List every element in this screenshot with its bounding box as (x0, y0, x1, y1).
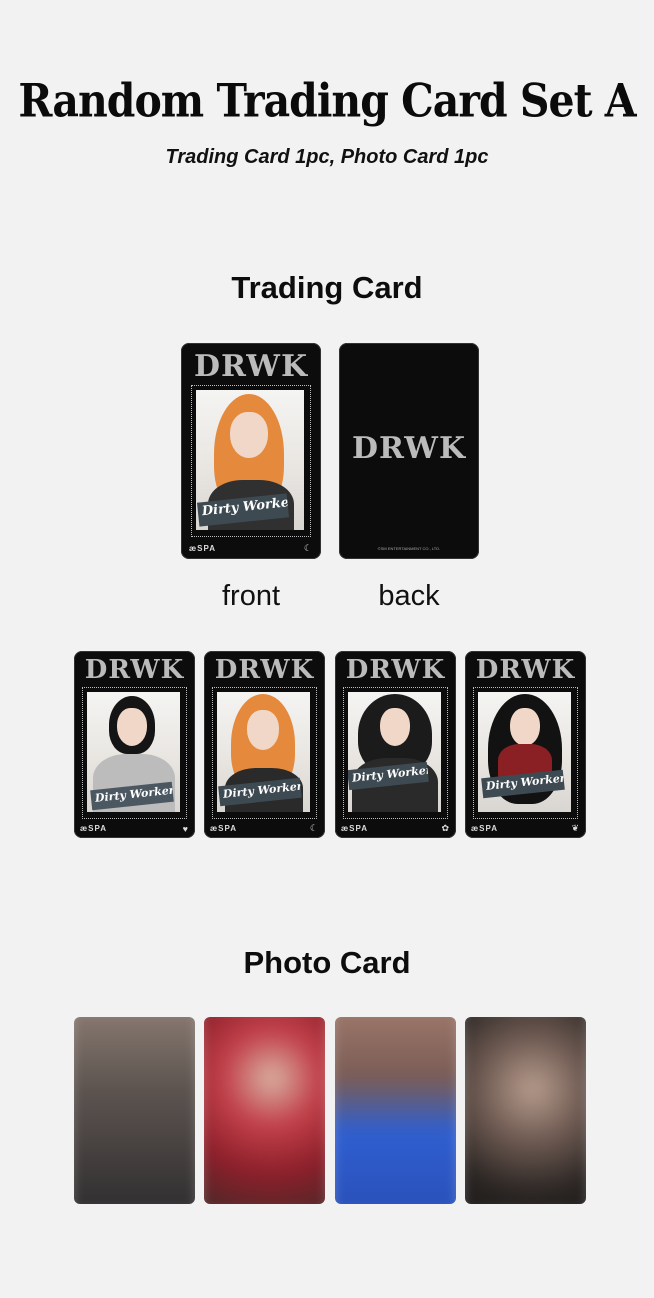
card-brand: æSPA (210, 824, 237, 833)
butterfly-icon: ❦ (571, 823, 579, 833)
card-logo: DRWK (214, 655, 315, 685)
crescent-icon: ☾ (309, 823, 318, 833)
photo-card-blurred (465, 1017, 586, 1204)
crescent-icon: ☾ (303, 543, 312, 553)
trading-card-variant: DRWK Dirty Worker æSPA ☾ (204, 651, 325, 838)
card-copyright: ©SM ENTERTAINMENT CO., LTD. (377, 546, 441, 551)
card-logo: DRWK (345, 655, 446, 685)
trading-card-variant: DRWK Dirty Worker æSPA ♥ (74, 651, 195, 838)
card-brand: æSPA (471, 824, 498, 833)
card-photo: Dirty Worker (478, 692, 571, 812)
photo-card-heading: Photo Card (243, 945, 411, 980)
page-title: Random Trading Card Set A (18, 74, 636, 128)
card-photo: Dirty Worker (348, 692, 441, 812)
trading-card-back: DRWK ©SM ENTERTAINMENT CO., LTD. (339, 343, 479, 559)
card-brand: æSPA (341, 824, 368, 833)
card-logo: DRWK (475, 655, 576, 685)
heart-icon: ♥ (182, 824, 188, 834)
trading-card-heading: Trading Card (231, 270, 423, 305)
photo-card-blurred (335, 1017, 456, 1204)
back-label: back (378, 580, 440, 612)
page-subtitle: Trading Card 1pc, Photo Card 1pc (165, 146, 489, 168)
trading-card-front: DRWK Dirty Worker æSPA ☾ (181, 343, 321, 559)
card-photo: Dirty Worker (196, 390, 304, 530)
card-brand: æSPA (189, 544, 216, 553)
card-logo: DRWK (193, 349, 309, 384)
trading-card-variant: DRWK Dirty Worker æSPA ❦ (465, 651, 586, 838)
card-brand: æSPA (80, 824, 107, 833)
card-logo: DRWK (84, 655, 185, 685)
card-back-logo: DRWK (351, 431, 467, 466)
photo-card-blurred (74, 1017, 195, 1204)
flower-icon: ✿ (441, 823, 449, 833)
photo-card-blurred (204, 1017, 325, 1204)
front-label: front (221, 580, 281, 612)
trading-card-variant: DRWK Dirty Worker æSPA ✿ (335, 651, 456, 838)
card-photo: Dirty Worker (87, 692, 180, 812)
card-photo: Dirty Worker (217, 692, 310, 812)
